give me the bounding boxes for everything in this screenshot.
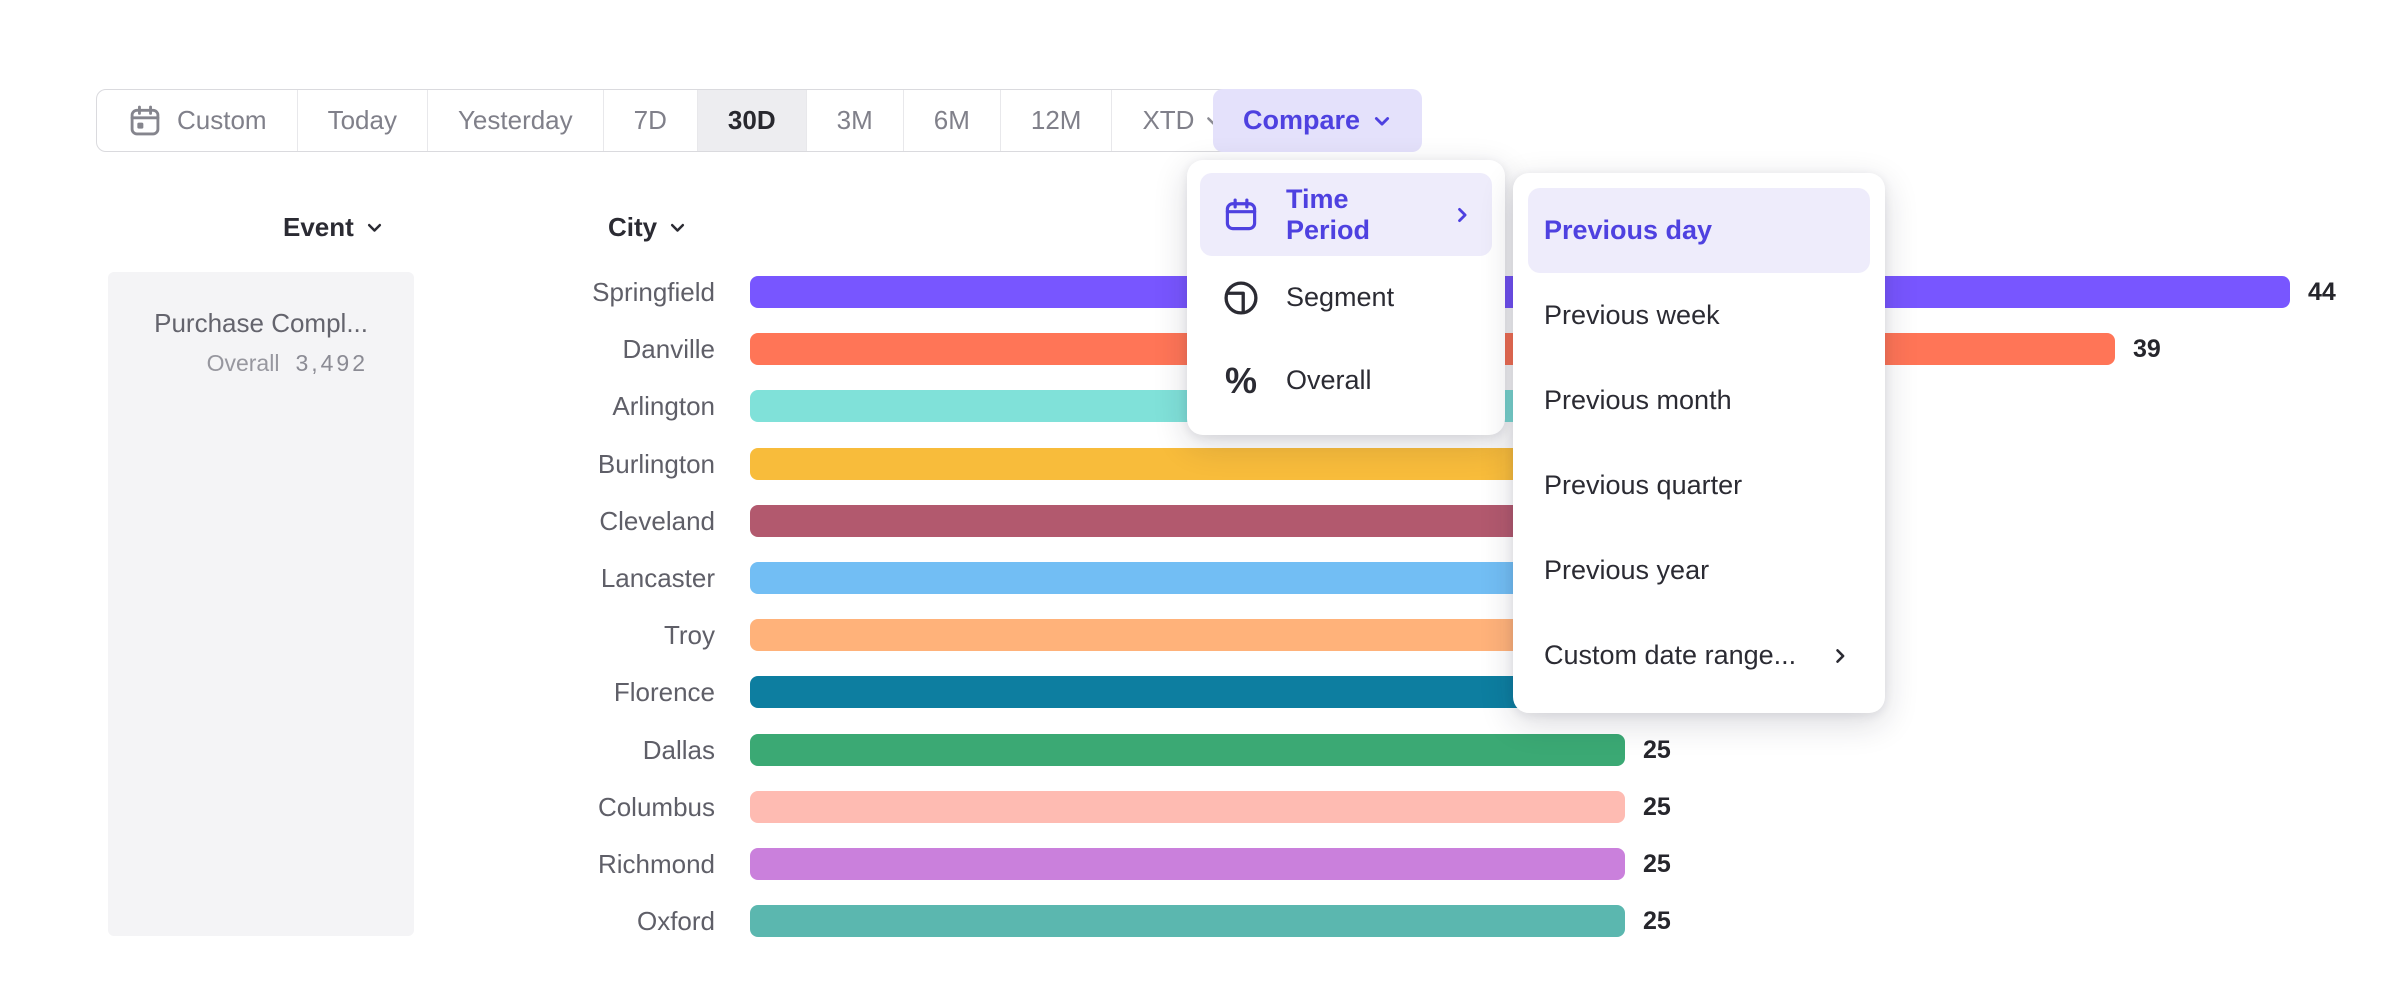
bar[interactable] — [750, 905, 1625, 937]
chart-row: Richmond 25 — [0, 848, 2394, 880]
chart-row: Columbus 25 — [0, 791, 2394, 823]
chart-row: Florence — [0, 676, 2394, 708]
category-label: Richmond — [0, 848, 715, 880]
time-period-submenu: Previous day Previous week Previous mont… — [1513, 173, 1885, 713]
bar[interactable] — [750, 848, 1625, 880]
submenu-item-previous-day[interactable]: Previous day — [1528, 188, 1870, 273]
submenu-item-label: Previous year — [1544, 555, 1709, 586]
submenu-item-label: Previous week — [1544, 300, 1720, 331]
submenu-item-previous-year[interactable]: Previous year — [1528, 528, 1870, 613]
category-label: Oxford — [0, 905, 715, 937]
category-label: Danville — [0, 333, 715, 365]
chart-row: Dallas 25 — [0, 734, 2394, 766]
category-label: Lancaster — [0, 562, 715, 594]
chart-row: Lancaster — [0, 562, 2394, 594]
chevron-right-icon — [1452, 205, 1472, 225]
bar-chart: City Springfield 44 Danville 39 Arlingto… — [0, 0, 2394, 1004]
value-label: 39 — [2133, 333, 2161, 365]
menu-item-overall[interactable]: % Overall — [1200, 339, 1492, 422]
category-label: Dallas — [0, 734, 715, 766]
category-label: Burlington — [0, 448, 715, 480]
city-column-header[interactable]: City — [608, 212, 687, 243]
chevron-down-icon — [668, 218, 687, 237]
submenu-item-label: Previous month — [1544, 385, 1732, 416]
category-label: Arlington — [0, 390, 715, 422]
value-label: 25 — [1643, 848, 1671, 880]
category-label: Springfield — [0, 276, 715, 308]
category-label: Cleveland — [0, 505, 715, 537]
category-label: Troy — [0, 619, 715, 651]
menu-item-label: Time Period — [1286, 184, 1426, 246]
value-label: 25 — [1643, 791, 1671, 823]
chart-row: Cleveland — [0, 505, 2394, 537]
value-label: 25 — [1643, 905, 1671, 937]
submenu-item-previous-month[interactable]: Previous month — [1528, 358, 1870, 443]
value-label: 25 — [1643, 734, 1671, 766]
menu-item-time-period[interactable]: Time Period — [1200, 173, 1492, 256]
segment-icon — [1222, 279, 1260, 317]
chevron-right-icon — [1830, 646, 1850, 666]
chart-row: Burlington — [0, 448, 2394, 480]
submenu-item-previous-week[interactable]: Previous week — [1528, 273, 1870, 358]
submenu-item-previous-quarter[interactable]: Previous quarter — [1528, 443, 1870, 528]
menu-item-segment[interactable]: Segment — [1200, 256, 1492, 339]
percent-icon: % — [1222, 362, 1260, 400]
category-label: Florence — [0, 676, 715, 708]
bar[interactable] — [750, 734, 1625, 766]
submenu-item-label: Custom date range... — [1544, 640, 1796, 671]
category-label: Columbus — [0, 791, 715, 823]
value-label: 44 — [2308, 276, 2336, 308]
chart-row: Oxford 25 — [0, 905, 2394, 937]
menu-item-label: Segment — [1286, 282, 1394, 313]
submenu-item-label: Previous day — [1544, 215, 1712, 246]
chart-row: Troy — [0, 619, 2394, 651]
submenu-item-label: Previous quarter — [1544, 470, 1742, 501]
compare-menu: Time Period Segment % Overall — [1187, 160, 1505, 435]
city-header-label: City — [608, 212, 657, 243]
menu-item-label: Overall — [1286, 365, 1372, 396]
submenu-item-custom-date-range[interactable]: Custom date range... — [1528, 613, 1870, 698]
calendar-icon — [1222, 196, 1260, 234]
bar[interactable] — [750, 791, 1625, 823]
